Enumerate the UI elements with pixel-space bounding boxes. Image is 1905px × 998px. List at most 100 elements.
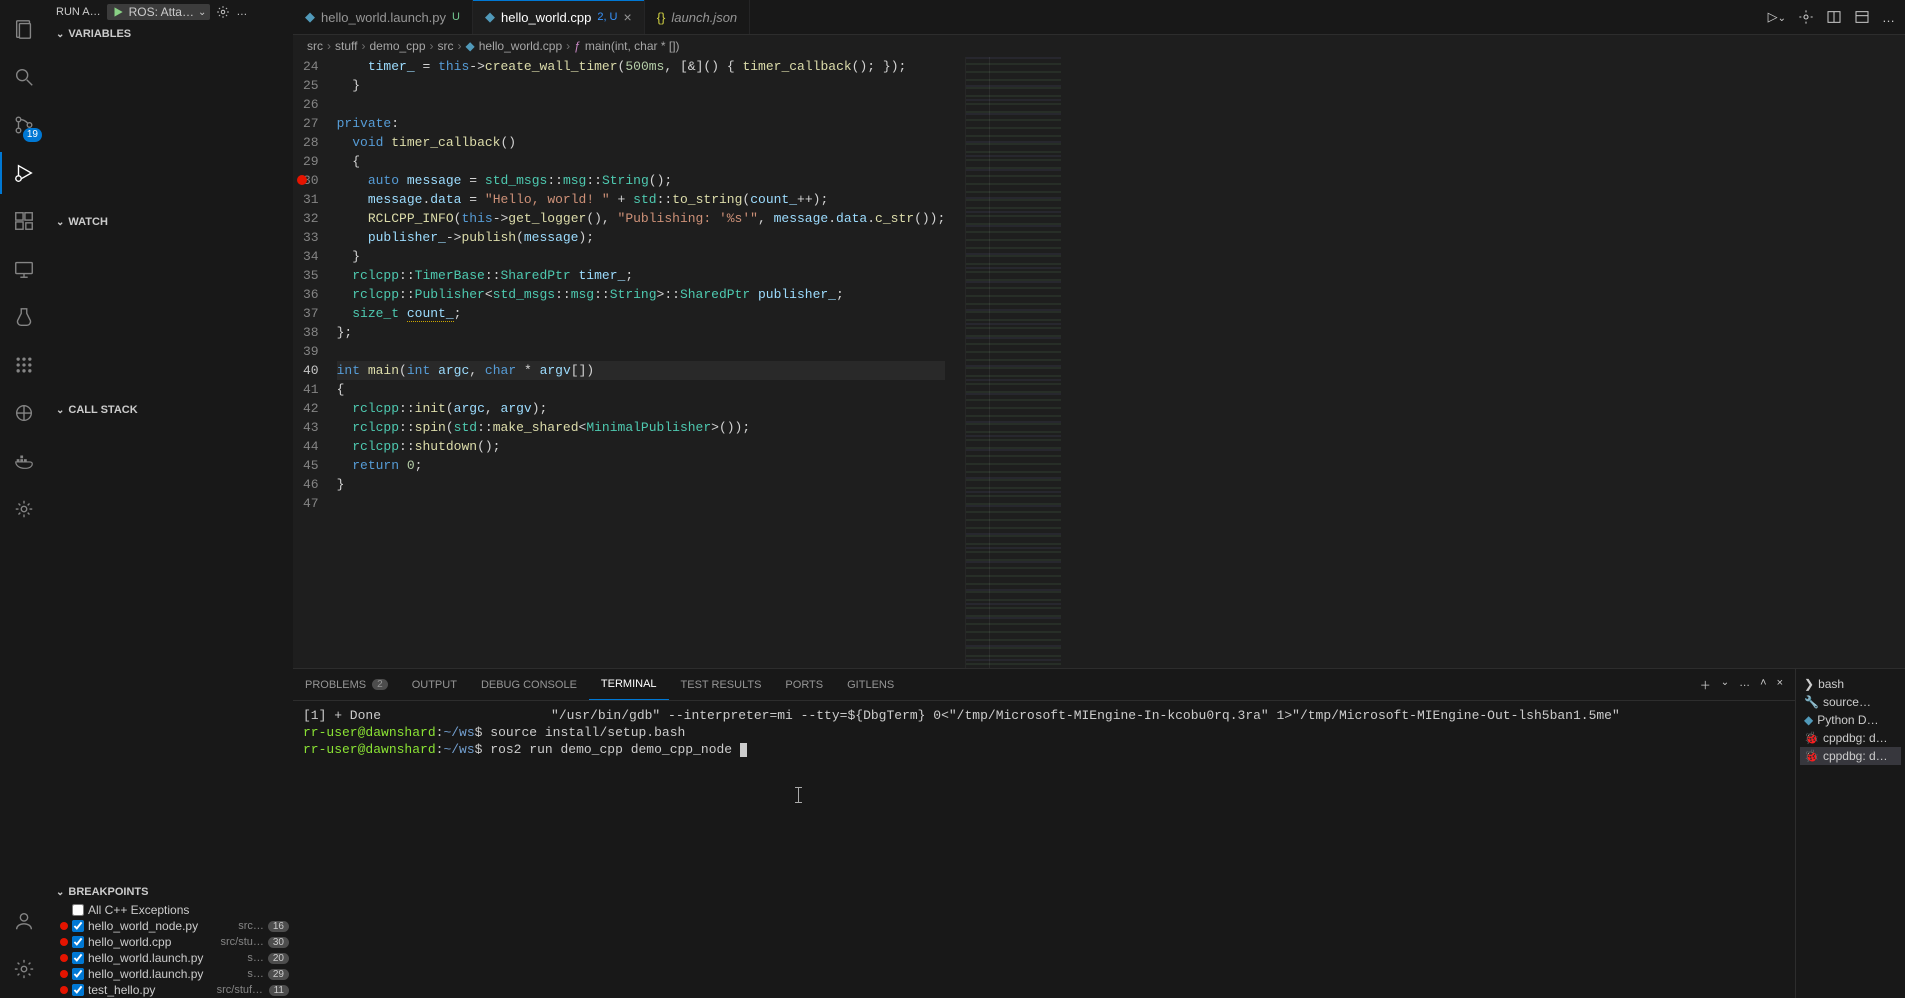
terminal-prompt-path: ~/ws (443, 725, 474, 740)
tab-modifier: 2, U (597, 11, 617, 23)
breakpoint-dot-icon (60, 954, 68, 962)
breakpoint-item[interactable]: hello_world_node.py src… 16 (48, 918, 293, 934)
section-watch[interactable]: ⌄ WATCH (48, 212, 293, 232)
breakpoint-checkbox[interactable] (72, 984, 84, 996)
terminal-list-item[interactable]: 🐞cppdbg: d… (1800, 729, 1901, 747)
breakpoint-file: test_hello.py (88, 983, 213, 997)
layout-icon[interactable] (1854, 9, 1870, 25)
breakpoint-item[interactable]: hello_world.cpp src/stu… 30 (48, 934, 293, 950)
cpp-file-icon: ◆ (485, 9, 495, 25)
breakpoint-item[interactable]: test_hello.py src/stuff/d… 11 (48, 982, 293, 998)
breakpoint-path: src/stu… (220, 936, 263, 948)
debug-config-gear-icon[interactable] (216, 5, 230, 19)
terminal-list-item[interactable]: 🔧source… (1800, 693, 1901, 711)
breadcrumb-segment[interactable]: main(int, char * []) (585, 39, 680, 53)
editor-overflow-icon[interactable]: … (1882, 10, 1895, 25)
tab-modifier: U (452, 11, 460, 23)
run-debug-title: RUN A… (56, 6, 101, 18)
section-variables-label: VARIABLES (68, 28, 131, 40)
panel-tab-terminal[interactable]: TERMINAL (589, 669, 669, 700)
breakpoint-path: src… (238, 920, 264, 932)
activity-docker-icon[interactable] (0, 440, 48, 482)
panel-tab-output[interactable]: OUTPUT (400, 669, 469, 700)
breakpoint-path: src/stuff/d… (217, 984, 265, 996)
breakpoint-file: hello_world.launch.py (88, 951, 243, 965)
breadcrumb-segment[interactable]: src (307, 39, 323, 53)
chevron-down-icon: ⌄ (56, 217, 64, 228)
terminal-command: ros2 run demo_cpp demo_cpp_node (490, 742, 740, 757)
breakpoint-path: s… (247, 952, 264, 964)
json-file-icon: {} (657, 10, 666, 25)
breakpoint-dot-icon (60, 986, 68, 994)
breakpoint-checkbox[interactable] (72, 920, 84, 932)
breakpoint-checkbox[interactable] (72, 952, 84, 964)
terminal-prompt-path: ~/ws (443, 742, 474, 757)
panel-tab-problems[interactable]: PROBLEMS 2 (293, 669, 400, 700)
tab-hello-world-launch[interactable]: ◆ hello_world.launch.py U (293, 0, 473, 34)
split-editor-icon[interactable] (1826, 9, 1842, 25)
section-variables[interactable]: ⌄ VARIABLES (48, 24, 293, 44)
sidebar-overflow-icon[interactable]: … (236, 6, 247, 18)
panel-maximize-icon[interactable]: ˄ (1760, 677, 1766, 693)
breakpoint-checkbox[interactable] (72, 936, 84, 948)
section-call-stack[interactable]: ⌄ CALL STACK (48, 400, 293, 420)
debug-config-name: ROS: Atta… (129, 5, 194, 19)
activity-testing[interactable] (0, 296, 48, 338)
scm-badge-count: 19 (23, 128, 42, 142)
activity-generic-2[interactable] (0, 488, 48, 530)
chevron-down-icon: ⌄ (198, 7, 206, 18)
terminal-list-item[interactable]: 🐞cppdbg: d… (1800, 747, 1901, 765)
terminal-list-item[interactable]: ❯bash (1800, 675, 1901, 693)
breakpoint-checkbox[interactable] (72, 904, 84, 916)
breakpoint-line: 29 (268, 969, 289, 980)
breakpoint-line: 30 (268, 937, 289, 948)
breakpoint-checkbox[interactable] (72, 968, 84, 980)
breakpoint-file: hello_world_node.py (88, 919, 234, 933)
panel-tab-ports[interactable]: PORTS (773, 669, 835, 700)
tab-launch-json[interactable]: {} launch.json (645, 0, 750, 34)
tab-close-icon[interactable]: × (624, 9, 632, 25)
breadcrumb[interactable]: src› stuff› demo_cpp› src› ◆hello_world.… (293, 35, 1905, 57)
breadcrumb-segment[interactable]: hello_world.cpp (479, 39, 562, 53)
editor-toolbar-gear-icon[interactable] (1798, 9, 1814, 25)
breakpoint-dot-icon (60, 970, 68, 978)
breakpoint-path: s… (247, 968, 264, 980)
panel-close-icon[interactable]: × (1777, 677, 1783, 693)
activity-run-debug[interactable] (0, 152, 48, 194)
breadcrumb-segment[interactable]: src (438, 39, 454, 53)
activity-settings[interactable] (0, 948, 48, 990)
breadcrumb-segment[interactable]: demo_cpp (369, 39, 425, 53)
breakpoint-item[interactable]: hello_world.launch.py s… 20 (48, 950, 293, 966)
activity-explorer[interactable] (0, 8, 48, 50)
breakpoint-label: All C++ Exceptions (88, 903, 289, 917)
activity-extensions[interactable] (0, 200, 48, 242)
activity-search[interactable] (0, 56, 48, 98)
code-editor[interactable]: 2425262728293031323334353637383940414243… (293, 57, 1905, 668)
activity-accounts[interactable] (0, 900, 48, 942)
minimap[interactable] (965, 57, 1061, 668)
panel-overflow-icon[interactable]: … (1739, 677, 1750, 693)
breakpoint-all-cpp-exceptions[interactable]: All C++ Exceptions (48, 902, 293, 918)
text-caret-icon (798, 787, 799, 803)
run-file-icon[interactable]: ▷⌄ (1768, 9, 1786, 25)
new-terminal-dropdown-icon[interactable]: ⌄ (1721, 677, 1729, 693)
terminal-list-item[interactable]: ◆Python D… (1800, 711, 1901, 729)
activity-source-control[interactable]: 19 (0, 104, 48, 146)
section-breakpoints[interactable]: ⌄ BREAKPOINTS (48, 882, 293, 902)
activity-remote[interactable] (0, 248, 48, 290)
debug-config-selector[interactable]: ROS: Atta… ⌄ (107, 4, 211, 20)
terminal-prompt-user: rr-user@dawnshard (303, 725, 436, 740)
breadcrumb-segment[interactable]: stuff (335, 39, 357, 53)
debug-start-icon[interactable] (111, 5, 125, 19)
tab-hello-world-cpp[interactable]: ◆ hello_world.cpp 2, U × (473, 0, 645, 34)
breakpoint-item[interactable]: hello_world.launch.py s… 29 (48, 966, 293, 982)
panel-tab-debug-console[interactable]: DEBUG CONSOLE (469, 669, 589, 700)
terminal[interactable]: [1] + Done"/usr/bin/gdb" --interpreter=m… (293, 701, 1795, 998)
new-terminal-icon[interactable]: ＋ (1700, 677, 1711, 693)
panel-tab-gitlens[interactable]: GITLENS (835, 669, 906, 700)
tab-label: launch.json (671, 10, 737, 25)
tab-label: hello_world.cpp (501, 10, 591, 25)
activity-ros-icon[interactable] (0, 344, 48, 386)
activity-generic-1[interactable] (0, 392, 48, 434)
panel-tab-test-results[interactable]: TEST RESULTS (669, 669, 774, 700)
